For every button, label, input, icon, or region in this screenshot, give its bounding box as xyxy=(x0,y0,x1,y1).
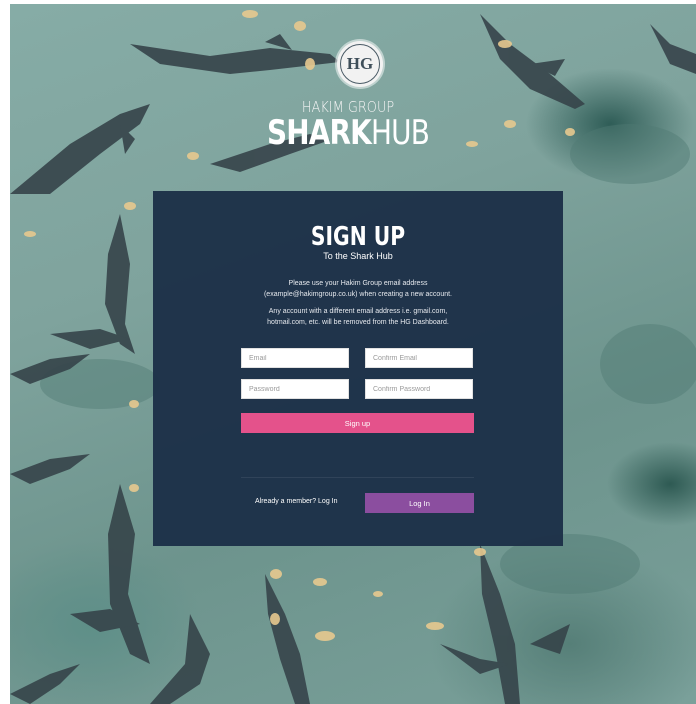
signup-button[interactable]: Sign up xyxy=(241,413,474,433)
divider xyxy=(241,477,474,478)
email-field[interactable] xyxy=(241,348,349,368)
signup-card: SIGN UP To the Shark Hub Please use your… xyxy=(153,191,563,546)
brand-app-name-bold: SHARK xyxy=(266,113,372,153)
confirm-password-field[interactable] xyxy=(365,379,473,399)
login-button[interactable]: Log In xyxy=(365,493,474,513)
logo-initials: HG xyxy=(340,44,380,84)
email-instruction-text: Please use your Hakim Group email addres… xyxy=(263,280,453,298)
confirm-email-field[interactable] xyxy=(365,348,473,368)
signup-subtitle: To the Shark Hub xyxy=(323,251,393,261)
brand-app-name: SHARKHUB xyxy=(63,112,634,154)
signup-title: SIGN UP xyxy=(310,222,406,252)
already-member-text: Already a member? Log In xyxy=(255,498,338,505)
brand-app-name-light: HUB xyxy=(370,113,430,153)
hg-logo-icon: HG xyxy=(337,41,383,87)
email-warning-text: Any account with a different email addre… xyxy=(267,308,449,326)
password-field[interactable] xyxy=(241,379,349,399)
